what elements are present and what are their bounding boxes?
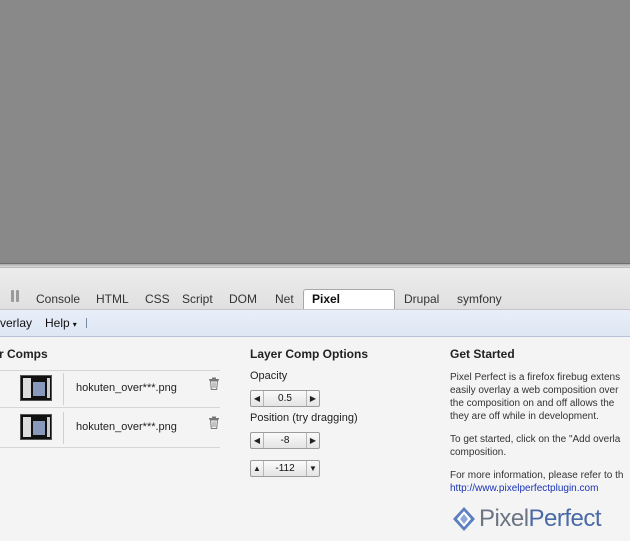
opacity-label: Opacity [250,370,288,382]
arrow-right-icon[interactable]: ▶ [306,433,319,448]
menu-help-label: Help [45,316,70,330]
get-started-intro: Pixel Perfect is a firefox firebug exten… [450,371,620,423]
panel-menu-bar: verlay Help ▾ [0,310,630,337]
firebug-tab-bar: Console HTML CSS Script DOM Net Pixel Pe… [0,268,630,325]
pixelperfect-logo: PixelPerfect [452,505,630,535]
logo-part1: Pixel [479,505,529,532]
more-info-line: For more information, please refer to th [450,470,624,481]
arrow-right-icon[interactable]: ▶ [306,391,319,406]
get-started-instructions: To get started, click on the "Add overla… [450,433,620,459]
tab-net[interactable]: Net [275,290,294,308]
opacity-stepper[interactable]: ◀ 0.5 ▶ [250,390,320,407]
position-x-stepper[interactable]: ◀ -8 ▶ [250,432,320,449]
layer-filename: hokuten_over***.png [76,382,177,394]
layer-thumbnail [20,375,52,401]
row-divider [63,412,64,444]
tab-symfony[interactable]: symfony [457,290,502,308]
position-x-value[interactable]: -8 [264,434,306,448]
layer-thumbnail [20,414,52,440]
arrow-left-icon[interactable]: ◀ [251,391,264,406]
layer-filename: hokuten_over***.png [76,421,177,433]
diamond-logo-icon [453,507,475,531]
chevron-down-icon: ▾ [72,320,77,329]
get-started-heading: Get Started [450,347,515,361]
tab-console[interactable]: Console [36,290,80,308]
trash-icon[interactable] [208,377,220,390]
intro-line: the composition on and off allows the [450,398,615,409]
opacity-value[interactable]: 0.5 [264,392,306,406]
layer-comps-heading: r Comps [0,347,48,361]
layer-comp-options-heading: Layer Comp Options [250,347,369,361]
arrow-left-icon[interactable]: ◀ [251,433,264,448]
menu-overlay[interactable]: verlay [0,316,32,330]
position-y-value[interactable]: -112 [264,462,306,476]
trash-icon[interactable] [208,416,220,429]
logo-part2: Perfect [528,505,602,532]
row-divider [63,373,64,405]
grip-icon[interactable] [10,290,20,302]
arrow-down-icon[interactable]: ▼ [306,461,319,476]
layer-comp-row[interactable]: hokuten_over***.png [0,410,220,448]
arrow-up-icon[interactable]: ▲ [251,461,264,476]
instructions-line: composition. [450,447,507,458]
menu-separator [86,318,87,328]
tab-css[interactable]: CSS [145,290,170,308]
more-info-text: For more information, please refer to th… [450,469,623,495]
tab-dom[interactable]: DOM [229,290,257,308]
intro-line: they are off while in development. [450,411,599,422]
intro-line: easily overlay a web composition over [450,385,619,396]
instructions-line: To get started, click on the "Add overla [450,434,621,445]
browser-viewport [0,0,630,263]
intro-line: Pixel Perfect is a firefox firebug exten… [450,372,621,383]
position-y-stepper[interactable]: ▲ -112 ▼ [250,460,320,477]
tab-script[interactable]: Script [182,290,213,308]
position-label: Position (try dragging) [250,412,358,424]
tab-html[interactable]: HTML [96,290,129,308]
layer-comp-row[interactable]: hokuten_over***.png [0,370,220,408]
tab-pixel-perfect[interactable]: Pixel Perfect▾ [303,289,395,325]
tab-drupal[interactable]: Drupal [404,290,439,308]
plugin-website-link[interactable]: http://www.pixelperfectplugin.com [450,482,623,495]
logo-wordmark: PixelPerfect [479,505,602,533]
menu-help[interactable]: Help ▾ [45,316,77,330]
